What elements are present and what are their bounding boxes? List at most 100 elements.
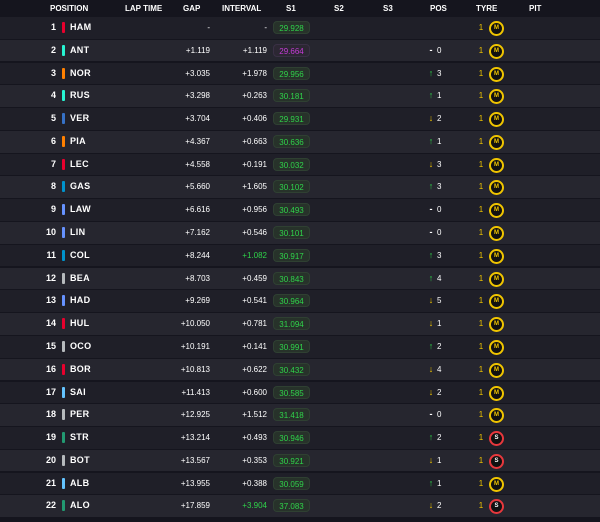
col-header-position[interactable]: POSITION <box>50 4 88 13</box>
tyre-stint-count: 1 <box>478 341 484 351</box>
position-number: 2 <box>50 44 56 55</box>
position-number: 16 <box>45 363 56 374</box>
tyre-stint-count: 1 <box>478 159 484 169</box>
team-color-bar <box>62 454 65 466</box>
tyre-stint-count: 1 <box>478 228 484 238</box>
tyre-stint-count: 1 <box>478 182 484 192</box>
table-row[interactable]: 21 ALB +13.955 +0.388 30.059 ↑ 1 1 M <box>0 472 600 495</box>
position-change-value: 1 <box>437 478 442 488</box>
position-change-icon: ↑ <box>428 272 434 283</box>
sector1-time: 30.059 <box>273 476 310 490</box>
sector1-time: 30.102 <box>273 180 310 194</box>
col-header-s3[interactable]: S3 <box>383 4 393 13</box>
team-color-bar <box>62 135 65 147</box>
tyre-stint-count: 1 <box>478 364 484 374</box>
team-color-bar <box>62 386 65 398</box>
driver-code: LAW <box>70 204 91 215</box>
interval-value: +1.082 <box>242 250 267 260</box>
tyre-compound-icon: M <box>489 134 504 150</box>
table-row[interactable]: 11 COL +8.244 +1.082 30.917 ↑ 3 1 M <box>0 244 600 267</box>
position-change-value: 3 <box>437 68 442 78</box>
table-row[interactable]: 7 LEC +4.558 +0.191 30.032 ↓ 3 1 M <box>0 153 600 176</box>
table-row[interactable]: 14 HUL +10.050 +0.781 31.094 ↓ 1 1 M <box>0 313 600 335</box>
driver-code: HUL <box>70 318 90 329</box>
position-number: 18 <box>45 409 56 420</box>
tyre-stint-count: 1 <box>478 205 484 215</box>
col-header-gap[interactable]: GAP <box>183 4 200 13</box>
gap-value: +3.035 <box>185 68 210 78</box>
gap-value: +4.367 <box>185 136 210 146</box>
table-row[interactable]: 5 VER +3.704 +0.406 29.931 ↓ 2 1 M <box>0 108 600 130</box>
interval-value: +0.406 <box>242 114 267 124</box>
sector1-time: 30.946 <box>273 431 310 445</box>
driver-code: PER <box>70 409 90 420</box>
gap-value: +8.703 <box>185 273 210 283</box>
table-row[interactable]: 4 RUS +3.298 +0.263 30.181 ↑ 1 1 M <box>0 85 600 107</box>
tyre-stint-count: 1 <box>478 501 484 511</box>
table-row[interactable]: 16 BOR +10.813 +0.622 30.432 ↓ 4 1 M <box>0 358 600 381</box>
tyre-compound-icon: M <box>489 226 504 242</box>
team-color-bar <box>62 409 65 421</box>
position-change-icon: ↓ <box>428 386 434 397</box>
table-row[interactable]: 20 BOT +13.567 +0.353 30.921 ↓ 1 1 S <box>0 449 600 472</box>
team-color-bar <box>62 340 65 352</box>
position-change-icon: ↑ <box>428 477 434 488</box>
position-change-value <box>437 17 447 39</box>
position-number: 17 <box>45 386 56 397</box>
table-row[interactable]: 17 SAI +11.413 +0.600 30.585 ↓ 2 1 M <box>0 381 600 404</box>
position-number: 3 <box>50 67 56 78</box>
position-change-icon: - <box>429 44 433 55</box>
table-row[interactable]: 15 OCO +10.191 +0.141 30.991 ↑ 2 1 M <box>0 335 600 358</box>
position-change-value: 1 <box>437 455 442 465</box>
position-change-icon: ↑ <box>428 67 434 78</box>
driver-code: GAS <box>70 181 91 192</box>
tyre-compound-icon: M <box>489 271 504 287</box>
position-change-value: 0 <box>437 45 442 55</box>
table-row[interactable]: 19 STR +13.214 +0.493 30.946 ↑ 2 1 S <box>0 427 600 449</box>
table-row[interactable]: 8 GAS +5.660 +1.605 30.102 ↑ 3 1 M <box>0 176 600 199</box>
team-color-bar <box>62 67 65 79</box>
sector1-time: 30.964 <box>273 294 310 308</box>
table-row[interactable]: 3 NOR +3.035 +1.978 29.956 ↑ 3 1 M <box>0 62 600 85</box>
col-header-tyre[interactable]: TYRE <box>476 4 497 13</box>
table-row[interactable]: 18 PER +12.925 +1.512 31.418 -0 1 M <box>0 404 600 426</box>
driver-code: STR <box>70 432 89 443</box>
position-change-icon: ↓ <box>428 158 434 169</box>
col-header-lap-time[interactable]: LAP TIME <box>125 4 162 13</box>
table-row[interactable]: 1 HAM - -29.928 1 M <box>0 17 600 39</box>
driver-code: RUS <box>70 90 90 101</box>
col-header-s1[interactable]: S1 <box>286 4 296 13</box>
tyre-compound-icon: M <box>489 89 504 105</box>
tyre-stint-count: 1 <box>478 136 484 146</box>
table-row[interactable]: 6 PIA +4.367 +0.663 30.636 ↑ 1 1 M <box>0 130 600 153</box>
position-change-icon: ↑ <box>428 249 434 260</box>
gap-value: +5.660 <box>185 182 210 192</box>
table-row[interactable]: 10 LIN +7.162 +0.546 30.101 -0 1 M <box>0 222 600 244</box>
sector1-time: 29.928 <box>273 21 310 34</box>
position-change-value: 2 <box>437 433 442 443</box>
gap-value: +13.567 <box>180 455 210 465</box>
team-color-bar <box>62 181 65 193</box>
position-change-value: 0 <box>437 410 442 420</box>
table-row[interactable]: 2 ANT +1.119 +1.119 29.664 -0 1 M <box>0 39 600 62</box>
team-color-bar <box>62 90 65 102</box>
position-number: 12 <box>45 272 56 283</box>
col-header-pit[interactable]: PIT <box>529 4 541 13</box>
col-header-s2[interactable]: S2 <box>334 4 344 13</box>
team-color-bar <box>62 158 65 170</box>
interval-value: +0.191 <box>242 159 267 169</box>
sector1-time: 29.931 <box>273 112 310 126</box>
position-change-value: 0 <box>437 205 442 215</box>
col-header-interval[interactable]: INTERVAL <box>222 4 261 13</box>
position-change-value: 4 <box>437 364 442 374</box>
tyre-compound-icon: M <box>489 157 504 173</box>
position-change-icon <box>426 17 436 39</box>
table-row[interactable]: 9 LAW +6.616 +0.956 30.493 -0 1 M <box>0 199 600 221</box>
gap-value: +7.162 <box>185 228 210 238</box>
col-header-pos[interactable]: POS <box>430 4 447 13</box>
table-row[interactable]: 12 BEA +8.703 +0.459 30.843 ↑ 4 1 M <box>0 267 600 290</box>
table-row[interactable]: 13 HAD +9.269 +0.541 30.964 ↓ 5 1 M <box>0 290 600 312</box>
sector1-time: 30.921 <box>273 453 310 467</box>
table-row[interactable]: 22 ALO +17.859 +3.904 37.083 ↓ 2 1 S <box>0 495 600 517</box>
position-number: 14 <box>45 318 56 329</box>
